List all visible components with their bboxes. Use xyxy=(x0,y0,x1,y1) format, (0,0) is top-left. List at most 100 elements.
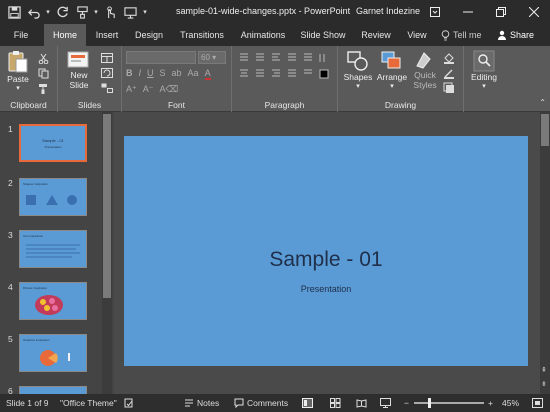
zoom-slider-thumb[interactable] xyxy=(428,398,431,408)
layout-icon[interactable] xyxy=(100,52,114,64)
tab-design[interactable]: Design xyxy=(128,24,170,46)
arrange-button[interactable]: Arrange ▾ xyxy=(374,50,410,92)
format-painter-icon[interactable] xyxy=(72,2,92,22)
paste-label: Paste xyxy=(7,74,29,84)
editing-button[interactable]: Editing ▾ xyxy=(466,50,502,92)
slide-thumbnail-6[interactable] xyxy=(19,386,87,394)
tab-insert[interactable]: Insert xyxy=(88,24,126,46)
char-spacing-icon[interactable]: ab xyxy=(172,68,182,80)
restore-icon[interactable] xyxy=(484,0,517,24)
section-icon[interactable] xyxy=(100,82,114,94)
start-presentation-icon[interactable] xyxy=(120,2,140,22)
editing-dropdown-icon[interactable]: ▾ xyxy=(482,82,486,92)
underline-icon[interactable]: U xyxy=(147,68,154,80)
person-icon xyxy=(498,30,506,40)
clear-formatting-icon[interactable]: A⌫ xyxy=(160,84,179,95)
thumb-title: Text Inspiration xyxy=(23,234,44,238)
quick-styles-button[interactable]: Quick Styles xyxy=(410,50,440,90)
slide-sorter-icon[interactable] xyxy=(330,394,341,412)
format-dropdown-icon[interactable]: ▾ xyxy=(92,2,100,22)
previous-slide-icon[interactable]: ⇞ xyxy=(541,366,547,374)
change-case-icon[interactable]: Aa xyxy=(188,68,199,80)
editor-scrollbar[interactable]: ⇞ ⇟ xyxy=(540,112,550,394)
tab-animations[interactable]: Animations xyxy=(234,24,292,46)
slides-label: Slides xyxy=(77,100,102,110)
theme-name: "Office Theme" xyxy=(60,398,117,408)
tab-file[interactable]: File xyxy=(6,24,36,46)
ribbon-display-options-icon[interactable] xyxy=(418,0,451,24)
undo-icon[interactable] xyxy=(24,2,44,22)
slide-subtitle[interactable]: Presentation xyxy=(124,284,528,294)
arrange-dropdown-icon[interactable]: ▾ xyxy=(390,82,394,92)
next-slide-icon[interactable]: ⇟ xyxy=(541,380,547,388)
share-button[interactable]: Share xyxy=(497,24,534,46)
shape-effects-icon[interactable] xyxy=(442,82,456,94)
fit-to-window-icon[interactable] xyxy=(532,394,543,412)
collapse-ribbon-icon[interactable]: ⌃ xyxy=(539,98,546,107)
tell-me-search[interactable]: Tell me xyxy=(441,24,482,46)
decrease-font-icon[interactable]: A⁻ xyxy=(143,84,154,95)
tell-me-label: Tell me xyxy=(453,30,482,40)
font-name-combo[interactable] xyxy=(126,51,196,64)
slide-thumbnail-2[interactable]: Shapes Inspiration xyxy=(19,178,87,216)
shapes-dropdown-icon[interactable]: ▾ xyxy=(356,82,360,92)
italic-icon[interactable]: I xyxy=(139,68,142,80)
format-painter-small-icon[interactable] xyxy=(36,82,50,94)
shape-fill-icon[interactable] xyxy=(442,52,456,64)
quick-access-toolbar: ▾ ▾ ▾ xyxy=(0,0,150,24)
user-name[interactable]: Garnet Indezine xyxy=(356,6,420,16)
copy-icon[interactable] xyxy=(36,67,50,79)
shapes-button[interactable]: Shapes ▾ xyxy=(342,50,374,92)
thumbnail-scrollbar[interactable] xyxy=(102,112,112,394)
slide-thumbnail-1[interactable]: Sample - 01 Presentation xyxy=(19,124,87,162)
editor-scrollbar-thumb[interactable] xyxy=(541,114,549,146)
slide-thumbnail-5[interactable]: Graphics Inspiration xyxy=(19,334,87,372)
paste-button[interactable]: Paste ▾ xyxy=(4,50,32,94)
customize-qat-icon[interactable]: ▾ xyxy=(140,2,150,22)
spell-check-icon[interactable] xyxy=(124,394,134,412)
comments-icon xyxy=(234,398,244,408)
undo-dropdown-icon[interactable]: ▾ xyxy=(44,2,52,22)
window-controls xyxy=(418,0,550,24)
slide-canvas[interactable]: Sample - 01 Presentation xyxy=(124,136,528,366)
close-icon[interactable] xyxy=(517,0,550,24)
slide-title[interactable]: Sample - 01 xyxy=(124,248,528,272)
redo-icon[interactable] xyxy=(52,2,72,22)
zoom-in-icon[interactable]: + xyxy=(488,394,493,412)
font-size-value: 60 xyxy=(201,53,210,62)
tab-slide-show[interactable]: Slide Show xyxy=(296,24,350,46)
increase-font-icon[interactable]: A⁺ xyxy=(126,84,137,95)
paragraph-group: Paragraph xyxy=(232,46,338,112)
paragraph-controls-icon[interactable] xyxy=(238,52,332,96)
tab-transitions[interactable]: Transitions xyxy=(172,24,232,46)
thumb-graphic xyxy=(40,350,70,366)
touch-mode-icon[interactable] xyxy=(100,2,120,22)
tab-home[interactable]: Home xyxy=(44,24,86,46)
new-slide-button[interactable]: New Slide xyxy=(64,50,94,90)
comments-button[interactable]: Comments xyxy=(234,394,288,412)
save-icon[interactable] xyxy=(4,2,24,22)
tab-view[interactable]: View xyxy=(402,24,432,46)
reading-view-icon[interactable] xyxy=(356,394,367,412)
thumbnail-scrollbar-thumb[interactable] xyxy=(103,114,111,298)
slide-thumbnail-4[interactable]: Picture Inspiration xyxy=(19,282,87,320)
paste-dropdown-icon[interactable]: ▾ xyxy=(16,84,20,94)
status-bar: Slide 1 of 9 "Office Theme" Notes Commen… xyxy=(0,394,550,412)
cut-icon[interactable] xyxy=(36,52,50,64)
strikethrough-icon[interactable]: S xyxy=(160,68,166,80)
thumb-number: 5 xyxy=(8,334,13,344)
font-size-combo[interactable]: 60 ▾ xyxy=(198,51,226,64)
zoom-out-icon[interactable]: − xyxy=(404,394,409,412)
minimize-icon[interactable] xyxy=(451,0,484,24)
reset-icon[interactable] xyxy=(100,67,114,79)
notes-button[interactable]: Notes xyxy=(184,394,219,412)
zoom-level[interactable]: 45% xyxy=(502,394,519,412)
slide-thumbnail-3[interactable]: Text Inspiration xyxy=(19,230,87,268)
slide-show-icon[interactable] xyxy=(380,394,391,412)
shape-outline-icon[interactable] xyxy=(442,67,456,79)
normal-view-icon[interactable] xyxy=(302,394,313,412)
bold-icon[interactable]: B xyxy=(126,68,133,80)
zoom-slider[interactable] xyxy=(414,398,484,408)
font-color-icon[interactable]: A xyxy=(204,68,211,80)
tab-review[interactable]: Review xyxy=(356,24,396,46)
